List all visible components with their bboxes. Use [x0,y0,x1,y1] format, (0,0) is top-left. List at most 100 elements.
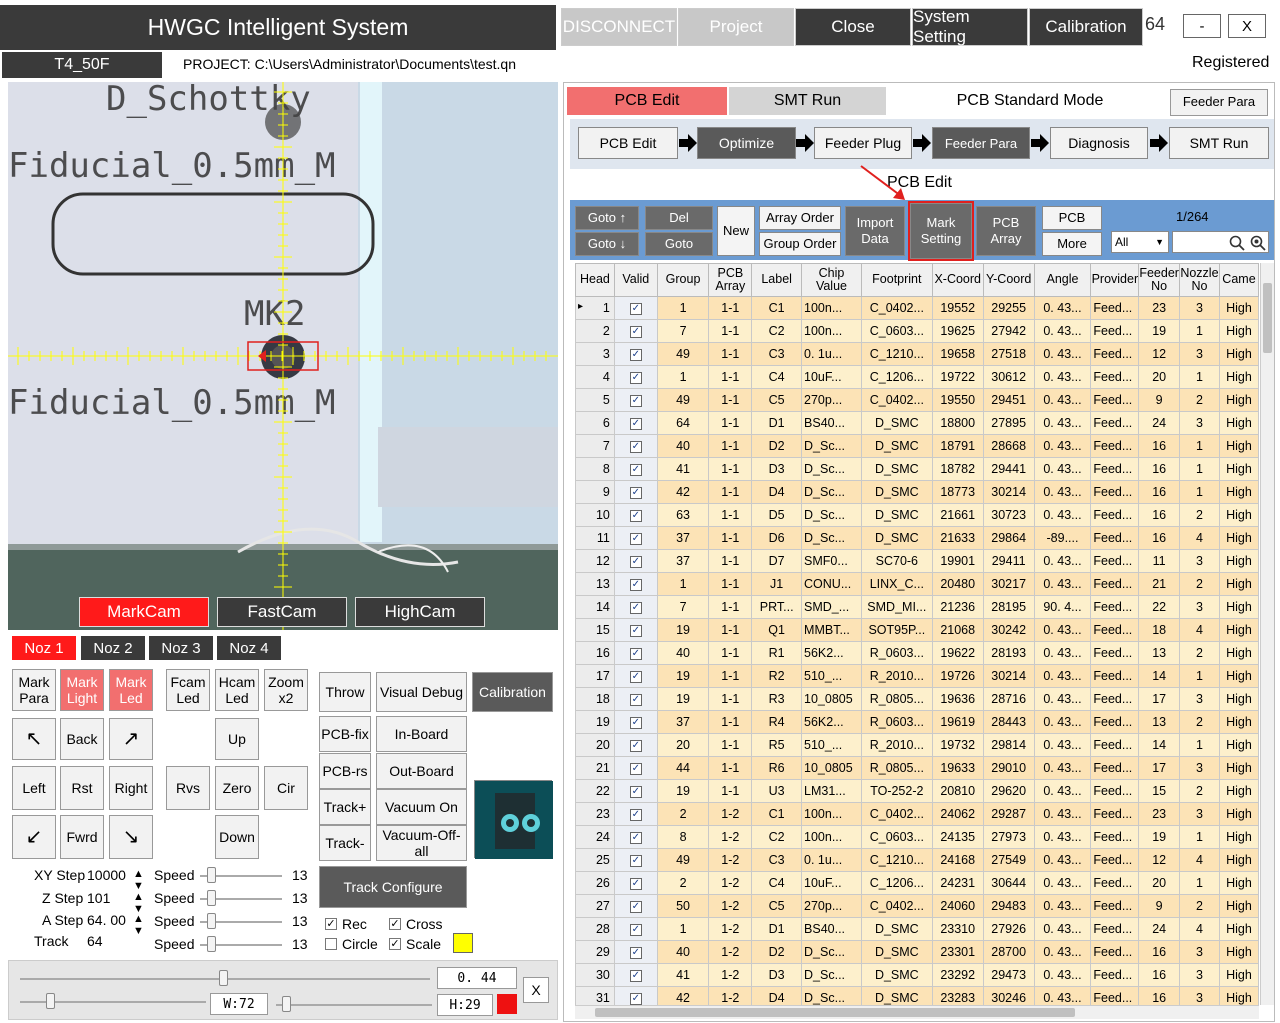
table-cell[interactable]: 29620 [982,779,1035,803]
table-row[interactable]: 26 ✓ 2 1-2 C4 10uF... C_1206... 24231 30644 0. 43… [575,871,1259,895]
table-cell[interactable]: 19625 [931,319,984,343]
valid-cell[interactable]: ✓ [613,595,658,619]
table-cell[interactable]: 19622 [931,641,984,665]
table-cell[interactable]: Feed... [1090,894,1140,918]
table-row[interactable]: 25 ✓ 49 1-2 C3 0. 1u... C_1210... 24168 27549 0. … [575,848,1259,872]
table-cell[interactable]: 1-1 [708,687,753,711]
table-cell[interactable]: 13 [1138,710,1180,734]
left-button[interactable]: Left [12,766,56,810]
window-close-button[interactable]: X [1228,14,1266,38]
table-cell[interactable]: 16 [1138,480,1180,504]
table-cell[interactable]: D_Sc... [801,434,862,458]
table-cell[interactable]: 19633 [931,756,984,780]
valid-checkbox[interactable]: ✓ [629,348,642,361]
table-cell[interactable]: High [1218,411,1259,435]
table-cell[interactable]: 29411 [982,549,1035,573]
table-cell[interactable]: 1-2 [708,848,753,872]
table-cell[interactable]: 27926 [982,917,1035,941]
table-cell[interactable]: 0. 43... [1033,986,1092,1005]
table-cell[interactable]: 18800 [931,411,984,435]
table-cell[interactable]: 3 [1178,296,1220,320]
table-cell[interactable]: Feed... [1090,365,1140,389]
xy-step-value[interactable]: 10000 [87,867,126,883]
table-cell[interactable]: Feed... [1090,342,1140,366]
table-cell[interactable]: Q1 [751,618,803,642]
column-header[interactable]: Feeder No [1138,263,1180,297]
table-cell[interactable]: 16 [1138,963,1180,987]
row-head-cell[interactable]: 19 [575,710,615,734]
table-cell[interactable]: 0. 43... [1033,503,1092,527]
table-cell[interactable]: 0. 43... [1033,940,1092,964]
table-cell[interactable]: 16 [1138,940,1180,964]
table-cell[interactable]: 0. 43... [1033,319,1092,343]
valid-checkbox[interactable]: ✓ [629,647,642,660]
out-board-button[interactable]: Out-Board [376,753,467,789]
column-header[interactable]: Footprint [860,263,933,297]
table-cell[interactable]: 20 [1138,871,1180,895]
table-cell[interactable]: 0. 43... [1033,342,1092,366]
table-row[interactable]: 28 ✓ 1 1-2 D1 BS40... D_SMC 23310 27926 0. 43... F… [575,917,1259,941]
delete-button[interactable]: Del [645,206,713,230]
vacuum-off-button[interactable]: Vacuum-Off-all [376,825,467,861]
table-cell[interactable]: 29451 [982,388,1035,412]
valid-checkbox[interactable]: ✓ [629,670,642,683]
table-cell[interactable]: 1-2 [708,963,753,987]
table-cell[interactable]: 0. 43... [1033,825,1092,849]
table-cell[interactable]: 90. 4... [1033,595,1092,619]
valid-checkbox[interactable]: ✓ [629,969,642,982]
table-cell[interactable]: 18791 [931,434,984,458]
valid-cell[interactable]: ✓ [613,319,658,343]
valid-cell[interactable]: ✓ [613,296,658,320]
table-cell[interactable]: 24 [1138,917,1180,941]
table-cell[interactable]: 29010 [982,756,1035,780]
valid-checkbox[interactable]: ✓ [629,785,642,798]
table-cell[interactable]: 1-1 [708,457,753,481]
table-cell[interactable]: 23283 [931,986,984,1005]
pcb-array-button[interactable]: PCB Array [976,206,1036,256]
row-head-cell[interactable]: 31 [575,986,615,1005]
table-cell[interactable]: 3 [1178,595,1220,619]
table-cell[interactable]: 17 [1138,687,1180,711]
valid-cell[interactable]: ✓ [613,848,658,872]
column-header[interactable]: Nozzle No [1178,263,1220,297]
table-row[interactable]: 13 ✓ 1 1-1 J1 CONU... LINX_C... 20480 30217 0. 43… [575,572,1259,596]
table-cell[interactable]: D5 [751,503,803,527]
table-cell[interactable]: Feed... [1090,664,1140,688]
table-cell[interactable]: MMBT... [801,618,862,642]
slider-thumb[interactable] [207,936,216,952]
nozzle-3-tab[interactable]: Noz 3 [149,636,213,660]
flow-smt-run[interactable]: SMT Run [1169,127,1269,159]
valid-cell[interactable]: ✓ [613,664,658,688]
table-cell[interactable]: D_Sc... [801,986,862,1005]
table-cell[interactable]: 3 [1178,342,1220,366]
table-cell[interactable]: 40 [656,434,710,458]
table-cell[interactable]: 1-1 [708,618,753,642]
table-cell[interactable]: Feed... [1090,319,1140,343]
row-head-cell[interactable]: 25 [575,848,615,872]
table-cell[interactable]: 28195 [982,595,1035,619]
table-cell[interactable]: 0. 43... [1033,871,1092,895]
table-cell[interactable]: PRT... [751,595,803,619]
table-cell[interactable]: Feed... [1090,618,1140,642]
table-cell[interactable]: 30242 [982,618,1035,642]
table-cell[interactable]: High [1218,940,1259,964]
table-cell[interactable]: R_0603... [860,641,933,665]
table-cell[interactable]: C_0402... [860,388,933,412]
column-header[interactable]: Label [751,263,803,297]
table-cell[interactable]: 7 [656,595,710,619]
table-cell[interactable]: 1-1 [708,664,753,688]
table-cell[interactable]: D_Sc... [801,526,862,550]
table-cell[interactable]: 7 [656,319,710,343]
table-row[interactable]: 15 ✓ 19 1-1 Q1 MMBT... SOT95P... 21068 30242 0. 4… [575,618,1259,642]
table-row[interactable]: 16 ✓ 40 1-1 R1 56K2... R_0603... 19622 28193 0. 4… [575,641,1259,665]
table-cell[interactable]: Feed... [1090,457,1140,481]
valid-checkbox[interactable]: ✓ [629,877,642,890]
row-head-cell[interactable]: 10 [575,503,615,527]
a-step-value[interactable]: 64. 00 [87,912,126,928]
stepper-icon[interactable]: ▲ ▼ [133,913,144,937]
table-cell[interactable]: 1-2 [708,871,753,895]
table-cell[interactable]: 19658 [931,342,984,366]
table-cell[interactable]: 0. 43... [1033,457,1092,481]
table-cell[interactable]: Feed... [1090,986,1140,1005]
valid-cell[interactable]: ✓ [613,618,658,642]
